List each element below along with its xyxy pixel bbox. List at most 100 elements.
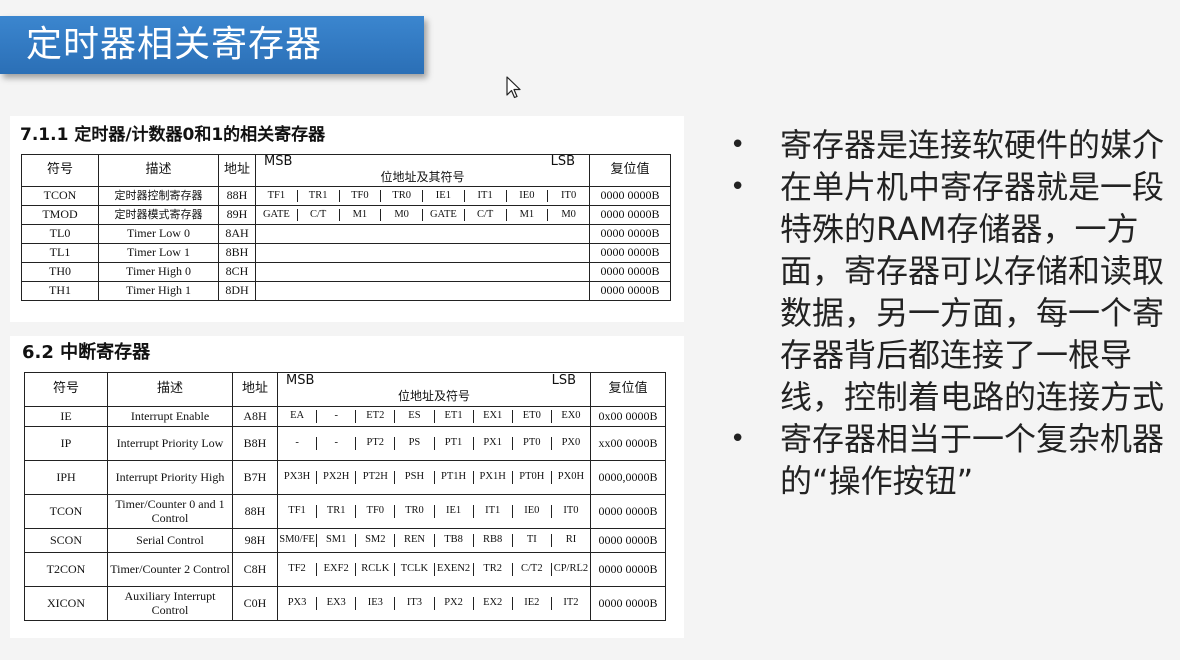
bit-cell: PX0 [561, 437, 581, 449]
interrupt-register-panel: 6.2 中断寄存器 符号 描述 地址 位地址及符号 MSB LSB 复位值 IE… [10, 336, 684, 638]
bit-cell: IT3 [395, 597, 435, 610]
register-address: 98H [232, 528, 278, 553]
bit-cell: ET2 [356, 410, 396, 423]
bit-cell: EA [278, 410, 318, 423]
bullet-item: • 寄存器相当于一个复杂机器的“操作按钮” [730, 418, 1170, 502]
table-row: IE Interrupt Enable A8H EA - ET2 ES ET1 EX1 ET0 EX… [24, 406, 666, 427]
col-desc: 描述 [107, 372, 233, 407]
bit-cell: RB8 [474, 534, 513, 547]
col-reset: 复位值 [590, 372, 666, 407]
bit-row: PX3 EX3 IE3 IT3 PX2 EX2 IE2 IT2 [278, 597, 590, 610]
bit-cell: - [317, 437, 357, 450]
bit-cell: C/T̄ [298, 208, 340, 222]
bit-cell: PS [395, 437, 435, 450]
bit-row: SM0/FE SM1 SM2 REN TB8 RB8 TI RI [278, 534, 590, 547]
register-reset-value: 0000 0000B [589, 243, 671, 263]
register-bits [255, 262, 590, 282]
register-symbol: T2CON [24, 552, 108, 587]
register-reset-value: 0000 0000B [590, 552, 666, 587]
bullet-glyph: • [730, 130, 746, 160]
bit-cell: PT2H [356, 471, 396, 484]
bit-cell: EX1 [474, 410, 513, 423]
register-symbol: SCON [24, 528, 108, 553]
register-address: 8AH [218, 224, 256, 244]
col-desc: 描述 [98, 154, 219, 187]
bit-cell: PT0H [513, 471, 552, 484]
bit-cell: TI [513, 534, 552, 547]
register-reset-value: 0000,0000B [590, 460, 666, 495]
register-bits: TF1 TR1 TF0 TR0 IE1 IT1 IE0 IT0 [255, 186, 590, 206]
bit-cell: REN [395, 534, 435, 547]
col-symbol: 符号 [24, 372, 108, 407]
bit-cell: EX0 [561, 410, 581, 422]
bit-cell: ET1 [435, 410, 474, 423]
register-symbol: TCON [21, 186, 99, 206]
table-row: TCON 定时器控制寄存器 88H TF1 TR1 TF0 TR0 IE1 IT1 IE0 IT0 0… [21, 186, 671, 206]
table-row: TH0 Timer High 0 8CH 0000 0000B [21, 262, 671, 282]
msb-label: MSB [286, 372, 315, 388]
register-reset-value: xx00 0000B [590, 426, 666, 461]
register-bits: PX3H PX2H PT2H PSH PT1H PX1H PT0H PX0H [277, 460, 591, 495]
register-address: 88H [218, 186, 256, 206]
register-symbol: TH0 [21, 262, 99, 282]
bit-cell: M0 [381, 208, 423, 222]
bit-cell: PT2 [356, 437, 396, 450]
register-bits: EA - ET2 ES ET1 EX1 ET0 EX0 [277, 406, 591, 427]
bit-cell: TF1 [256, 189, 298, 203]
bit-cell: IT1 [465, 189, 507, 203]
register-symbol: XICON [24, 586, 108, 621]
bullet-text: 在单片机中寄存器就是一段特殊的RAM存储器，一方面，寄存器可以存储和读取数据，另… [780, 168, 1165, 416]
register-description: Timer High 1 [98, 281, 219, 301]
bit-cell: TR0 [381, 189, 423, 203]
register-address: A8H [232, 406, 278, 427]
bit-row: GATE C/T̄ M1 M0 GATE C/T̄ M1 M0 [256, 208, 589, 222]
bit-cell: - [278, 437, 318, 450]
register-bits [255, 243, 590, 263]
bullet-item: • 寄存器是连接软硬件的媒介 [730, 124, 1170, 166]
register-description: Timer Low 0 [98, 224, 219, 244]
table-row: SCON Serial Control 98H SM0/FE SM1 SM2 REN TB8 R… [24, 528, 666, 553]
register-address: C0H [232, 586, 278, 621]
table-row: TMOD 定时器模式寄存器 89H GATE C/T̄ M1 M0 GATE C/T̄ M1 M0 0… [21, 205, 671, 225]
table-row: TL1 Timer Low 1 8BH 0000 0000B [21, 243, 671, 263]
register-bits: - - PT2 PS PT1 PX1 PT0 PX0 [277, 426, 591, 461]
bit-row: PX3H PX2H PT2H PSH PT1H PX1H PT0H PX0H [278, 471, 590, 484]
register-description: Interrupt Priority High [107, 460, 233, 495]
register-bits [255, 224, 590, 244]
bit-cell: SM1 [317, 534, 357, 547]
register-reset-value: 0x00 0000B [590, 406, 666, 427]
register-address: C8H [232, 552, 278, 587]
bit-cell: - [317, 410, 357, 423]
col-bits-label: 位地址及其符号 [380, 169, 465, 184]
bit-cell: IE0 [507, 189, 549, 203]
bit-cell: TR0 [395, 505, 435, 518]
register-address: 8DH [218, 281, 256, 301]
bit-cell: PT1 [435, 437, 474, 450]
register-bits: PX3 EX3 IE3 IT3 PX2 EX2 IE2 IT2 [277, 586, 591, 621]
bit-cell: PX2 [435, 597, 474, 610]
register-address: 89H [218, 205, 256, 225]
bit-cell: RI [565, 534, 577, 546]
bit-cell: TF0 [340, 189, 382, 203]
table-row: TH1 Timer High 1 8DH 0000 0000B [21, 281, 671, 301]
col-symbol: 符号 [21, 154, 99, 187]
lsb-label: LSB [550, 153, 575, 169]
table-row: XICON Auxiliary Interrupt Control C0H PX3 EX… [24, 586, 666, 621]
bit-cell: PT0 [513, 437, 552, 450]
bit-cell: C/T̄ [465, 208, 507, 222]
bit-cell: EXEN2 [435, 563, 474, 576]
bit-row: EA - ET2 ES ET1 EX1 ET0 EX0 [278, 410, 590, 423]
bit-cell: IT2 [563, 597, 579, 609]
register-bits: GATE C/T̄ M1 M0 GATE C/T̄ M1 M0 [255, 205, 590, 225]
col-addr: 地址 [232, 372, 278, 407]
timer-register-heading: 7.1.1 定时器/计数器0和1的相关寄存器 [20, 125, 326, 145]
register-description: Timer Low 1 [98, 243, 219, 263]
bit-cell: SM2 [356, 534, 396, 547]
register-reset-value: 0000 0000B [590, 586, 666, 621]
register-description: 定时器模式寄存器 [98, 205, 219, 225]
register-description: Auxiliary Interrupt Control [107, 586, 233, 621]
bit-cell: SM0/FE [278, 534, 318, 547]
register-bits: SM0/FE SM1 SM2 REN TB8 RB8 TI RI [277, 528, 591, 553]
bit-cell: TF0 [356, 505, 396, 518]
register-symbol: IPH [24, 460, 108, 495]
